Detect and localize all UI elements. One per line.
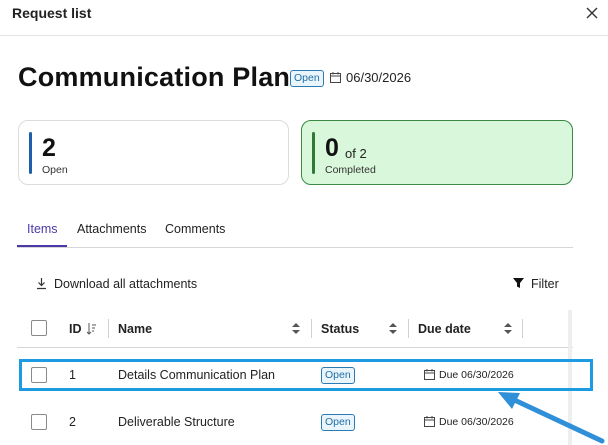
dialog-header: Request list [0,0,608,36]
filter-icon[interactable] [513,278,524,288]
card-accent-bar [29,132,32,174]
completed-label: Completed [325,164,376,176]
completed-count: 0 [325,134,339,162]
calendar-icon [330,72,341,83]
column-due-date[interactable]: Due date [418,322,471,336]
page-title: Communication Plan [18,62,291,92]
open-count: 2 [42,134,56,162]
status-badge: Open [290,70,324,87]
column-separator [522,319,523,338]
download-icon[interactable] [36,277,47,290]
column-separator [311,319,312,338]
download-all-button[interactable]: Download all attachments [54,277,197,291]
column-separator [108,319,109,338]
tab-comments[interactable]: Comments [165,222,225,236]
active-tab-indicator [17,245,67,247]
column-name[interactable]: Name [118,322,152,336]
sort-icon[interactable] [503,322,513,335]
tab-bar: Items Attachments Comments [17,217,573,248]
row-id: 2 [69,415,76,429]
column-separator [408,319,409,338]
completed-total: of 2 [345,146,367,161]
row-checkbox[interactable] [31,414,47,430]
tab-items[interactable]: Items [27,222,58,236]
card-accent-bar [312,132,315,174]
table-header: ID Name Status Due date [17,310,573,348]
status-badge: Open [321,414,355,431]
close-icon[interactable] [582,3,602,23]
select-all-checkbox[interactable] [31,320,47,336]
page-due-date: 06/30/2026 [346,70,412,85]
row-name[interactable]: Deliverable Structure [118,415,235,429]
calendar-icon [424,416,435,427]
completed-summary-card: 0 of 2 Completed [301,120,573,185]
tab-attachments[interactable]: Attachments [77,222,146,236]
arrow-icon [498,392,605,444]
filter-button[interactable]: Filter [531,277,559,291]
column-id[interactable]: ID [69,322,82,336]
sort-icon[interactable] [388,322,398,335]
open-summary-card: 2 Open [18,120,289,185]
open-label: Open [42,164,68,176]
sort-icon[interactable] [291,322,301,335]
sort-descending-icon[interactable] [87,322,97,335]
dialog-title: Request list [12,5,92,21]
column-status[interactable]: Status [321,322,359,336]
